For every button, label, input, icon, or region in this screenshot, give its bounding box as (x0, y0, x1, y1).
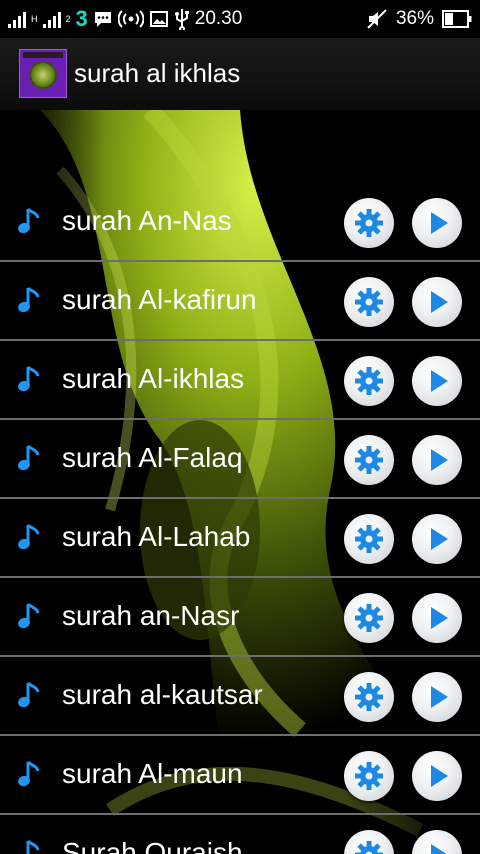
play-button[interactable] (412, 198, 462, 248)
gear-icon (355, 525, 383, 553)
play-button[interactable] (412, 672, 462, 722)
gear-icon (355, 762, 383, 790)
gear-icon (355, 209, 383, 237)
battery-percent: 36% (395, 8, 434, 29)
play-button[interactable] (412, 830, 462, 854)
surah-title: surah An-Nas (62, 205, 232, 236)
network-type-h: H (31, 14, 38, 24)
status-bar: H 2 3 20.30 36% (0, 0, 480, 38)
settings-button[interactable] (344, 435, 394, 485)
music-note-icon (18, 681, 40, 708)
play-icon (431, 449, 448, 471)
play-icon (431, 528, 448, 550)
surah-title: surah Al-Falaq (62, 442, 243, 473)
app-bar: surah al ikhlas (0, 38, 480, 110)
app-title: surah al ikhlas (74, 58, 241, 88)
status-left-icons: H 2 3 20.30 (8, 6, 242, 32)
play-icon (431, 291, 448, 313)
play-icon (431, 844, 447, 854)
surah-list: surah An-Nas surah Al-kafirun surah Al-ikh… (0, 183, 480, 854)
surah-title: surah Al-ikhlas (62, 363, 245, 394)
settings-button[interactable] (344, 830, 394, 854)
music-note-icon (18, 286, 40, 313)
surah-title: Surah Quraish (62, 837, 243, 854)
gear-icon (355, 683, 383, 711)
play-icon (431, 212, 448, 234)
settings-button[interactable] (344, 514, 394, 564)
music-note-icon (26, 839, 40, 854)
surah-list-screen: surah An-Nas surah Al-kafirun surah Al-ikh… (0, 110, 480, 854)
gear-icon (355, 288, 383, 316)
settings-button[interactable] (344, 356, 394, 406)
play-icon (431, 686, 448, 708)
play-button[interactable] (412, 751, 462, 801)
play-button[interactable] (412, 356, 462, 406)
list-item[interactable]: surah an-Nasr (0, 578, 480, 657)
list-item[interactable]: surah al-kautsar (0, 657, 480, 736)
list-item[interactable]: surah Al-kafirun (0, 262, 480, 341)
play-icon (431, 370, 448, 392)
play-button[interactable] (412, 593, 462, 643)
quran-app-icon[interactable] (19, 49, 67, 98)
hotspot-icon (117, 10, 144, 28)
play-icon (431, 607, 448, 629)
app-icon-header (23, 52, 63, 58)
gear-icon (355, 367, 383, 395)
mute-icon (367, 9, 387, 29)
music-note-icon (18, 444, 40, 471)
surah-title: surah al-kautsar (62, 679, 263, 710)
music-note-icon (18, 523, 40, 550)
play-button[interactable] (412, 435, 462, 485)
network-3-icon: 3 (75, 6, 88, 31)
play-icon (431, 765, 448, 787)
settings-button[interactable] (344, 198, 394, 248)
surah-title: surah an-Nasr (62, 600, 240, 631)
list-item[interactable]: surah Al-Falaq (0, 420, 480, 499)
settings-button[interactable] (344, 593, 394, 643)
status-time: 20.30 (194, 8, 243, 29)
list-item[interactable]: surah Al-Lahab (0, 499, 480, 578)
gear-icon (355, 841, 383, 854)
surah-title: surah Al-Lahab (62, 521, 251, 552)
music-note-icon (18, 365, 40, 392)
signal-icon (42, 10, 61, 28)
list-item[interactable]: surah An-Nas (0, 183, 480, 262)
play-button[interactable] (412, 277, 462, 327)
chat-icon (94, 12, 111, 27)
gear-icon (355, 604, 383, 632)
signal-icon (8, 10, 26, 28)
usb-icon (174, 9, 189, 30)
settings-button[interactable] (344, 672, 394, 722)
music-note-icon (18, 207, 40, 234)
list-item[interactable]: surah Al-maun (0, 736, 480, 815)
settings-button[interactable] (344, 751, 394, 801)
music-note-icon (18, 760, 40, 787)
music-note-icon (18, 602, 40, 629)
sim-slot-2: 2 (65, 14, 71, 24)
image-icon (149, 11, 168, 27)
settings-button[interactable] (344, 277, 394, 327)
list-item[interactable]: surah Al-ikhlas (0, 341, 480, 420)
list-item[interactable]: Surah Quraish (0, 815, 480, 854)
play-button[interactable] (412, 514, 462, 564)
app-icon-emblem (29, 61, 57, 89)
surah-title: surah Al-maun (62, 758, 243, 789)
status-right-icons: 36% (366, 6, 472, 32)
surah-title: surah Al-kafirun (62, 284, 257, 315)
battery-icon (442, 10, 472, 28)
gear-icon (355, 446, 383, 474)
